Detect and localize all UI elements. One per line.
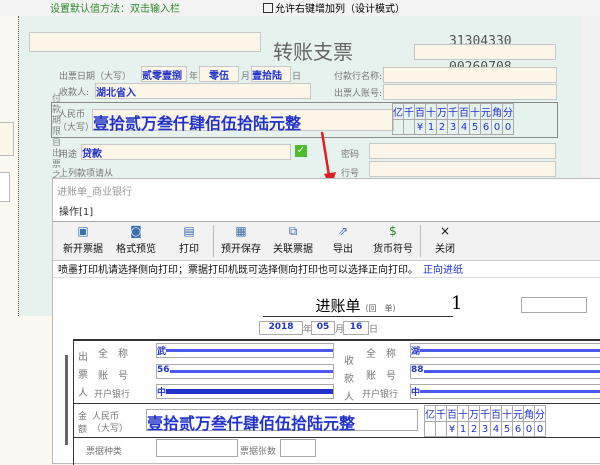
export-button[interactable]: ⇗ 导出 [333,224,353,255]
payer-name-field[interactable]: 武 [156,343,334,358]
slip-rmb-label2: （大写） [92,424,129,434]
toolbar: ▣ 新开票据 ◙ 格式预览 ▤ 打印 ▦ 预开保存 ⧉ 关联票据 ⇗ 导出 $ 货币符号 × 关… [53,221,600,261]
digit-grid: 亿千百十万千百十元角分 ¥1 2 3 4 5 6 0 0 [392,103,514,135]
date-label: 出票日期（大写） [59,72,132,82]
ticket-type-field[interactable] [156,439,238,457]
day-field[interactable]: 壹拾陆 [251,66,291,82]
payee-label: 收款人: [59,88,90,98]
rmb-label2: （大写） [58,123,95,133]
print-button[interactable]: ▤ 打印 [179,224,199,255]
ticket-type-label: 票据种类 [86,447,123,457]
toolbar-separator [213,225,214,257]
payee-account-field[interactable]: 88 [410,364,600,379]
slip-title: 进账单 [315,297,361,315]
close-button[interactable]: × 关闭 [435,224,455,255]
slip-year-field[interactable]: 2018 [259,321,303,335]
password-field[interactable] [369,143,556,159]
scrollbar[interactable] [65,355,68,445]
checkmark-icon[interactable]: ✓ [295,145,307,157]
save-icon: ▦ [235,224,247,238]
slip-day-unit: 日 [369,325,379,335]
pre-save-button[interactable]: ▦ 预开保存 [221,224,261,255]
dialog-title: 进账单_商业银行 [57,187,132,198]
slip-form: 出票人 全 称 武 账 号 56 开户银行 中 收款人 全 称 湖 账 号 88… [73,339,600,465]
bank-name-label: 付款行名称: [334,72,383,82]
forward-feed-link[interactable]: 正向进纸 [423,261,463,276]
amount-box: 人民币 （大写） 壹拾贰万叁仟肆佰伍拾陆元整 亿千百十万千百十元角分 ¥1 2 3 4… [51,102,558,138]
payer-name-label: 全 称 [98,349,128,360]
slip-title-block: 进账单（回 单） [263,295,453,317]
deposit-slip-dialog: 进账单_商业银行 操作[1] ▣ 新开票据 ◙ 格式预览 ▤ 打印 ▦ 预开保存 ⧉ 关联… [52,178,600,465]
slip-number: 1 [451,293,463,314]
payer-account-label: 账 号 [98,371,128,382]
bank-name-field[interactable] [383,67,557,83]
payee-account-label: 账 号 [366,371,396,382]
payee-name-field[interactable]: 湖 [410,343,600,358]
slip-day-field[interactable]: 16 [343,321,369,335]
purpose-label: 用途 [59,150,78,160]
top-left-field[interactable] [29,32,261,52]
amount-words-field[interactable]: 壹拾贰万叁仟肆佰伍拾陆元整 [92,109,394,133]
allow-right-key-checkbox[interactable]: 允许右键增加列（设计模式） [263,0,405,15]
checkbox-icon[interactable] [263,3,273,13]
checkbox-label: 允许右键增加列（设计模式） [275,4,405,15]
printer-note: 喷墨打印机请选择侧向打印；票据打印机既可选择侧向打印也可以选择正向打印。 [58,265,418,276]
payee-field[interactable]: 湖北省入 [95,83,311,99]
payer-account-field[interactable]: 56 [156,364,334,379]
payer-bank-label: 开户银行 [94,390,131,400]
slip-subtitle: （回 单） [360,304,401,313]
payer-bank-field[interactable]: 中 [156,384,334,399]
menu-operate[interactable]: 操作[1] [59,203,93,218]
payee-label: 收款人 [344,356,354,403]
slip-top-right-field[interactable] [521,297,587,313]
slip-month-field[interactable]: 05 [311,321,335,335]
slip-amount-words-field[interactable]: 壹拾贰万叁仟肆佰伍拾陆元整 [146,409,418,433]
amount-label: 金额 [78,412,88,435]
new-ticket-button[interactable]: ▣ 新开票据 [63,224,103,255]
purpose-field[interactable]: 贷款 [81,144,291,160]
month-unit: 月 [241,72,251,82]
month-field[interactable]: 零伍 [199,66,239,82]
year-unit: 年 [189,72,199,82]
currency-symbol-button[interactable]: $ 货币符号 [373,224,413,255]
password-label: 密码 [341,150,360,160]
ticket-count-label: 票据张数 [240,447,277,457]
related-tickets-button[interactable]: ⧉ 关联票据 [273,224,313,255]
print-icon: ▤ [183,224,195,238]
day-unit: 日 [292,72,302,82]
payee-bank-field[interactable]: 中 [410,384,600,399]
payer-label: 出票人 [78,352,88,399]
row-number-field[interactable] [369,161,556,177]
dollar-icon: $ [389,224,397,238]
payee-name-label: 全 称 [366,349,396,360]
link-icon: ⧉ [288,224,298,238]
hint-text: 设置默认值方法：双击输入栏 [50,4,180,15]
year-field[interactable]: 贰零壹捌 [141,66,187,82]
account-label: 出票人账号: [334,89,383,99]
payee-bank-label: 开户银行 [362,390,399,400]
preview-icon: ◙ [130,224,142,238]
close-icon: × [439,224,451,238]
new-doc-icon: ▣ [77,224,89,238]
code-field[interactable] [414,44,556,60]
ticket-count-field[interactable] [280,439,316,457]
format-preview-button[interactable]: ◙ 格式预览 [116,224,156,255]
account-field[interactable] [383,84,557,100]
rmb-label: 人民币 [58,110,86,120]
cheque-title: 转账支票 [273,40,353,64]
export-icon: ⇗ [337,224,349,238]
left-field-2[interactable] [0,172,10,202]
toolbar-separator [420,225,421,257]
slip-digit-grid: 亿千百十万千百十元角分 ¥1 2 3 4 5 6 0 0 [424,405,546,437]
left-field[interactable] [0,122,14,156]
